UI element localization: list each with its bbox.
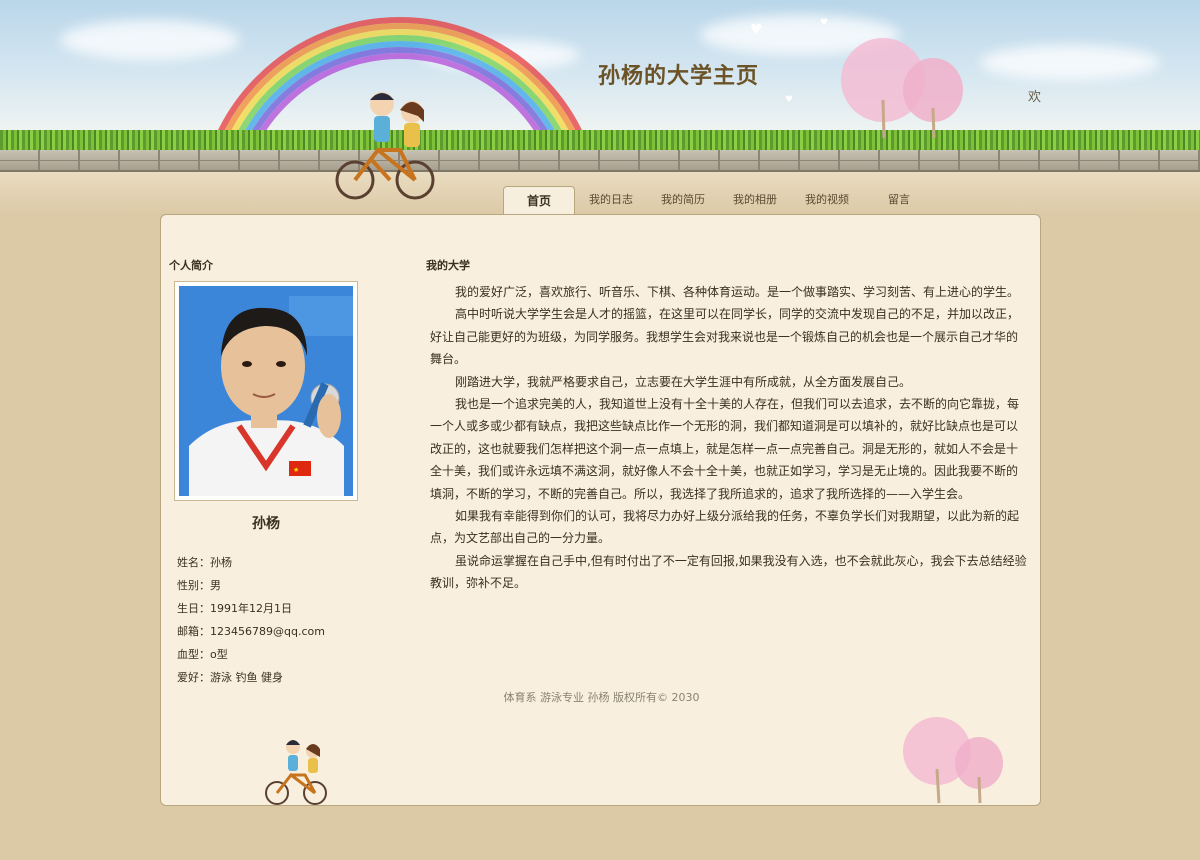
svg-text:★: ★	[293, 466, 299, 474]
profile-item-email: 邮箱：123456789@qq.com	[177, 625, 325, 638]
profile-item-hobbies: 爱好：游泳 钓鱼 健身	[177, 671, 283, 684]
profile-photo: ★	[179, 286, 353, 496]
article-paragraph: 如果我有幸能得到你们的认可，我将尽力办好上级分派给我的任务，不辜负学长们对我期望…	[430, 509, 1020, 546]
tab-guestbook[interactable]: 留言	[863, 186, 935, 214]
profile-item-name: 姓名：孙杨	[177, 556, 232, 569]
sidebar-title: 个人简介	[169, 259, 213, 272]
tab-home[interactable]: 首页	[503, 186, 575, 214]
tab-video[interactable]: 我的视频	[791, 186, 863, 214]
heart-icon: ♥	[820, 18, 829, 28]
profile-list: 姓名：孙杨 性别：男 生日：1991年12月1日 邮箱：123456789@qq…	[177, 551, 325, 689]
footer-copyright: 体育系 游泳专业 孙杨 版权所有© 2030	[503, 691, 700, 704]
welcome-text: 欢	[1028, 90, 1042, 105]
cloud	[980, 45, 1160, 80]
bicycle-couple-icon	[265, 740, 327, 805]
site-title: 孙杨的大学主页	[598, 64, 760, 89]
article-paragraph: 我也是一个追求完美的人，我知道世上没有十全十美的人存在，但我们可以去追求，去不断…	[430, 397, 1020, 501]
profile-photo-frame: ★	[174, 281, 358, 501]
person-name: 孙杨	[252, 516, 280, 532]
header-banner: 孙杨的大学主页 欢 ♥ ♥ ♥	[0, 0, 1200, 215]
content-panel: 个人简介 ★ 孙杨 姓名：孙杨 性别：男 生日：1991年12月1日 邮箱：12…	[160, 214, 1041, 806]
article-paragraph: 我的爱好广泛，喜欢旅行、听音乐、下棋、各种体育运动。是一个做事踏实、学习刻苦、有…	[455, 285, 1020, 299]
article-paragraph: 高中时听说大学学生会是人才的摇篮，在这里可以在同学长，同学的交流中发现自己的不足…	[430, 307, 1020, 367]
tab-resume[interactable]: 我的简历	[647, 186, 719, 214]
article-paragraph: 虽说命运掌握在自己手中,但有时付出了不一定有回报,如果我没有入选，也不会就此灰心…	[430, 553, 1027, 591]
bicycle-couple-icon	[335, 92, 435, 200]
main-section-title: 我的大学	[426, 259, 470, 272]
stone-wall	[0, 150, 1200, 172]
cherry-tree-icon	[903, 717, 1003, 804]
heart-icon: ♥	[785, 95, 794, 105]
cherry-tree-icon	[841, 38, 963, 139]
profile-item-blood-type: 血型：o型	[177, 648, 228, 661]
main-nav: 首页 我的日志 我的简历 我的相册 我的视频 留言	[503, 186, 935, 214]
profile-item-gender: 性别：男	[177, 579, 221, 592]
heart-icon: ♥	[750, 22, 763, 38]
avatar: ★	[179, 286, 353, 496]
article-paragraph: 刚踏进大学，我就严格要求自己，立志要在大学生涯中有所成就，从全方面发展自己。	[455, 374, 912, 389]
tab-diary[interactable]: 我的日志	[575, 186, 647, 214]
article-body: 我的爱好广泛，喜欢旅行、听音乐、下棋、各种体育运动。是一个做事踏实、学习刻苦、有…	[430, 281, 1028, 595]
profile-item-birthday: 生日：1991年12月1日	[177, 602, 292, 615]
tab-album[interactable]: 我的相册	[719, 186, 791, 214]
grass-strip	[0, 130, 1200, 152]
